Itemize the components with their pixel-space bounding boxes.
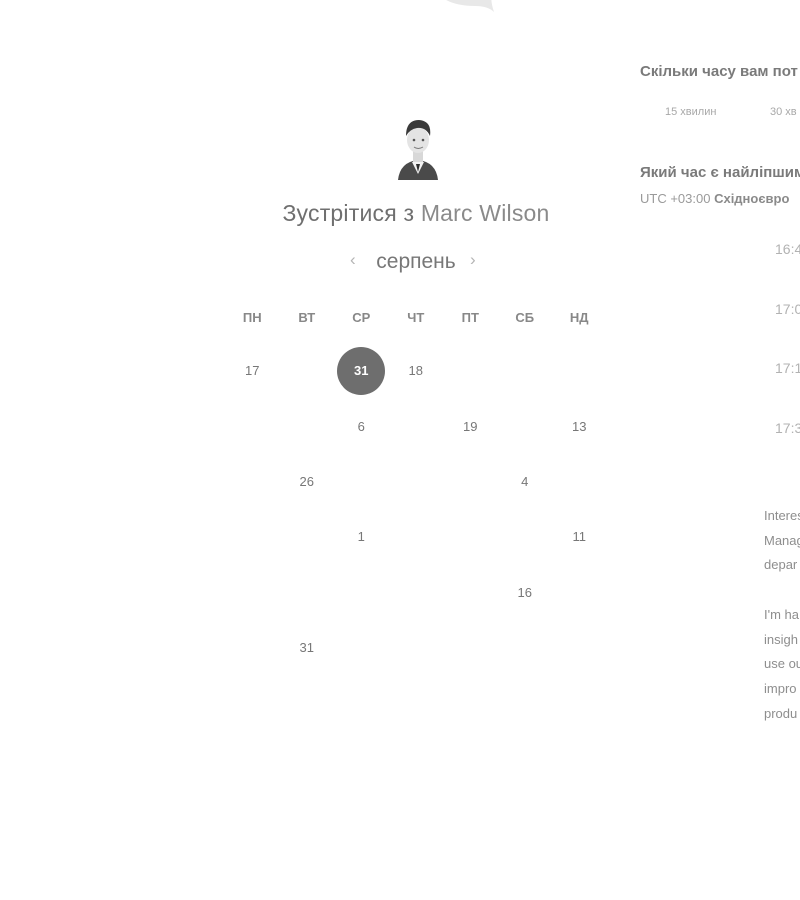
calendar-day <box>443 454 498 509</box>
calendar-day-label: 26 <box>299 473 314 489</box>
calendar-day-label: 31 <box>337 346 386 395</box>
calendar-week-row: 31 <box>225 620 607 675</box>
best-time-title: Який час є найліпшим <box>640 164 800 181</box>
meeting-title-prefix: Зустрітися з <box>282 200 415 226</box>
calendar-day <box>498 509 553 564</box>
calendar-week-row: 26 4 <box>225 454 607 509</box>
duration-option-30[interactable]: 30 хв <box>770 106 797 118</box>
calendar-day-label: 31 <box>299 640 314 656</box>
description-line: use ou <box>764 656 800 672</box>
calendar-day <box>280 398 335 453</box>
calendar-day <box>443 343 498 398</box>
calendar-day <box>443 509 498 564</box>
calendar-day[interactable]: 6 <box>334 398 389 453</box>
calendar-day <box>552 454 607 509</box>
calendar-day <box>552 620 607 675</box>
weekday-thu: ЧТ <box>407 310 425 325</box>
timezone-offset: UTC +03:00 <box>640 191 711 206</box>
calendar-day <box>389 565 444 620</box>
weekday-fri: ПТ <box>461 310 479 325</box>
weekday-sun: НД <box>569 310 589 325</box>
calendar-day <box>498 343 553 398</box>
calendar-day <box>280 565 335 620</box>
weekday-header: ПН ВТ СР ЧТ ПТ СБ НД <box>225 310 607 325</box>
calendar-day <box>334 565 389 620</box>
time-slot[interactable]: 17:0 <box>775 301 800 317</box>
calendar-day-label: 6 <box>357 418 365 434</box>
calendar-day <box>389 454 444 509</box>
calendar-day <box>225 565 280 620</box>
calendar-day <box>280 509 335 564</box>
weekday-tue: ВТ <box>298 310 316 325</box>
description-line: insigh <box>764 631 798 647</box>
timezone-line[interactable]: UTC +03:00 Східноєвро <box>640 191 789 206</box>
calendar-day-label: 4 <box>521 473 529 489</box>
calendar-day[interactable]: 18 <box>389 343 444 398</box>
month-navigation: ‹ серпень › <box>230 248 602 278</box>
calendar-day <box>389 509 444 564</box>
calendar-day <box>280 343 335 398</box>
calendar-day[interactable]: 17 <box>225 343 280 398</box>
calendar-grid: 17 31 18 6 19 13 26 4 1 11 16 31 <box>225 343 607 675</box>
description-line: impro <box>764 681 797 697</box>
calendar-day <box>552 343 607 398</box>
calendar-day <box>334 620 389 675</box>
host-name: Marc Wilson <box>420 200 550 226</box>
calendar-day[interactable]: 31 <box>280 620 335 675</box>
calendar-day <box>225 620 280 675</box>
chevron-right-icon[interactable]: › <box>470 250 476 270</box>
calendar-day <box>334 454 389 509</box>
calendar-day-label: 1 <box>357 529 365 545</box>
calendar-day-label: 17 <box>245 363 260 379</box>
calendar-day-selected[interactable]: 31 <box>334 343 389 398</box>
description-line: I'm ha <box>764 607 799 622</box>
calendar-day <box>443 620 498 675</box>
calendar-day <box>225 454 280 509</box>
calendar-week-row: 1 11 <box>225 509 607 564</box>
duration-option-15[interactable]: 15 хвилин <box>665 106 716 118</box>
time-slot[interactable]: 17:1 <box>775 360 800 376</box>
calendar-day <box>498 620 553 675</box>
calendar-day[interactable]: 1 <box>334 509 389 564</box>
decorative-shape <box>446 0 494 12</box>
timezone-name: Східноєвро <box>714 191 790 206</box>
scheduling-page: Зустрітися з Marc Wilson ‹ серпень › ПН … <box>0 0 800 900</box>
calendar-day[interactable]: 26 <box>280 454 335 509</box>
calendar-day-label: 16 <box>517 584 532 600</box>
description-line: produ <box>764 705 798 721</box>
calendar-day[interactable]: 11 <box>552 509 607 564</box>
calendar-day-label: 11 <box>572 529 587 545</box>
calendar-day-label: 18 <box>408 363 423 379</box>
duration-title: Скільки часу вам пот <box>640 63 798 80</box>
calendar-week-row: 17 31 18 <box>225 343 607 398</box>
calendar-day <box>498 398 553 453</box>
host-avatar <box>398 120 438 180</box>
weekday-sat: СБ <box>515 310 535 325</box>
calendar-day <box>443 565 498 620</box>
calendar-day <box>225 398 280 453</box>
description-line: depar <box>764 557 798 573</box>
month-label: серпень <box>376 250 456 273</box>
time-slot[interactable]: 16:4 <box>775 241 800 257</box>
description-paragraph-2: I'm ha insigh use ou impro produ <box>764 603 800 726</box>
description-line: Interes <box>764 508 800 523</box>
calendar-day <box>552 565 607 620</box>
weekday-wed: СР <box>352 310 371 325</box>
calendar-day <box>225 509 280 564</box>
calendar-day[interactable]: 4 <box>498 454 553 509</box>
time-slot[interactable]: 17:3 <box>775 420 800 436</box>
description-paragraph-1: Interes Manag depar <box>764 504 800 578</box>
calendar-day[interactable]: 19 <box>443 398 498 453</box>
calendar-day <box>389 620 444 675</box>
calendar-day-label: 19 <box>463 418 478 434</box>
meeting-title: Зустрітися з Marc Wilson <box>230 200 602 227</box>
calendar-day <box>389 398 444 453</box>
calendar-day[interactable]: 16 <box>498 565 553 620</box>
calendar-day-label: 13 <box>572 418 587 434</box>
calendar-week-row: 16 <box>225 565 607 620</box>
calendar-week-row: 6 19 13 <box>225 398 607 453</box>
calendar-day[interactable]: 13 <box>552 398 607 453</box>
description-line: Manag <box>764 532 800 548</box>
weekday-mon: ПН <box>242 310 262 325</box>
